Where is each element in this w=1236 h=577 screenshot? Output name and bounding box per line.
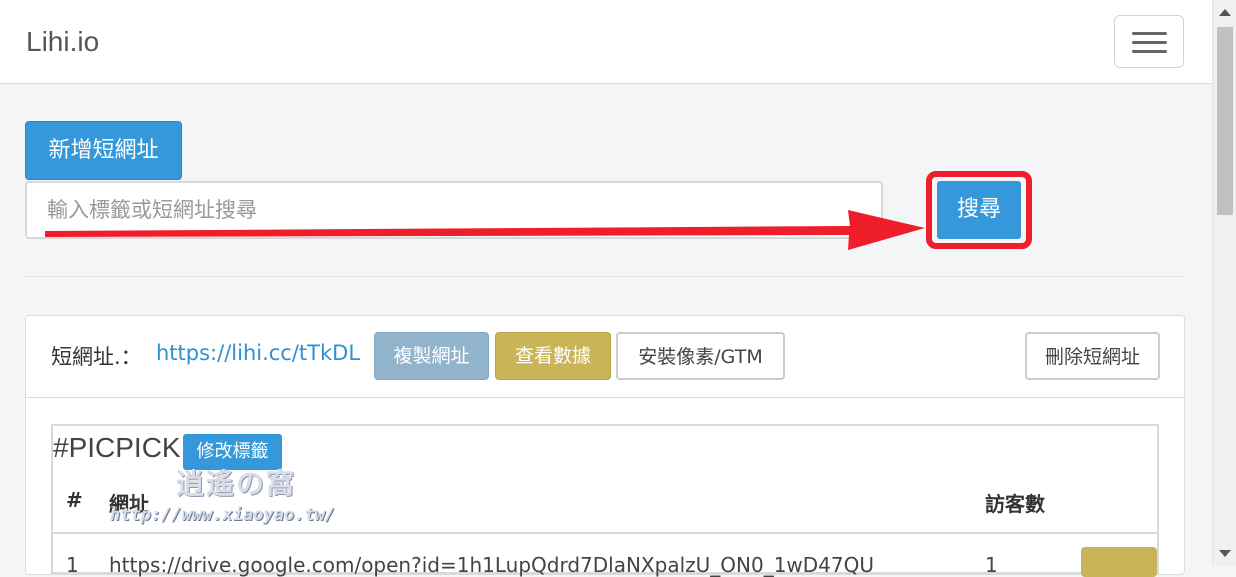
short-url-label: 短網址.： <box>51 345 142 369</box>
copy-url-button[interactable]: 複製網址 <box>374 332 489 380</box>
section-divider <box>25 276 1185 277</box>
card-header-divider <box>25 397 1185 398</box>
new-short-url-button[interactable]: 新增短網址 <box>25 121 182 180</box>
scrollbar-thumb[interactable] <box>1217 27 1233 215</box>
table-row-visits: 1 <box>985 553 998 577</box>
scroll-down-arrow-icon[interactable] <box>1219 550 1231 557</box>
menu-toggle-button[interactable] <box>1114 15 1184 68</box>
install-pixel-button[interactable]: 安裝像素/GTM <box>616 332 785 380</box>
search-button[interactable]: 搜尋 <box>937 181 1021 239</box>
delete-short-url-button[interactable]: 刪除短網址 <box>1025 332 1160 380</box>
table-header-divider <box>53 532 1157 534</box>
hamburger-icon-line <box>1132 50 1167 53</box>
table-row-action-button[interactable] <box>1081 547 1157 577</box>
watermark-logo: 逍遙の窩 <box>176 467 297 500</box>
brand-logo[interactable]: Lihi.io <box>26 26 99 58</box>
table-header-visits: 訪客數 <box>985 492 1045 516</box>
table-header-index: # <box>66 488 83 512</box>
watermark: 逍遙の窩 http://www.xiaoyao.tw/ <box>110 462 380 528</box>
watermark-url: http://www.xiaoyao.tw/ <box>110 505 336 525</box>
scroll-up-arrow-icon[interactable] <box>1219 9 1231 16</box>
view-stats-button[interactable]: 查看數據 <box>495 332 611 380</box>
table-row-url[interactable]: https://drive.google.com/open?id=1h1LupQ… <box>109 553 874 577</box>
tag-name: #PICPICK <box>53 432 181 463</box>
hamburger-icon <box>1132 32 1167 35</box>
vertical-scrollbar[interactable] <box>1212 0 1236 566</box>
search-input[interactable]: 輸入標籤或短網址搜尋 <box>25 181 883 239</box>
top-navbar: Lihi.io <box>0 0 1212 84</box>
hamburger-icon-line <box>1132 41 1167 44</box>
table-row-index: 1 <box>66 553 79 577</box>
short-url-link[interactable]: https://lihi.cc/tTkDL <box>156 341 360 365</box>
